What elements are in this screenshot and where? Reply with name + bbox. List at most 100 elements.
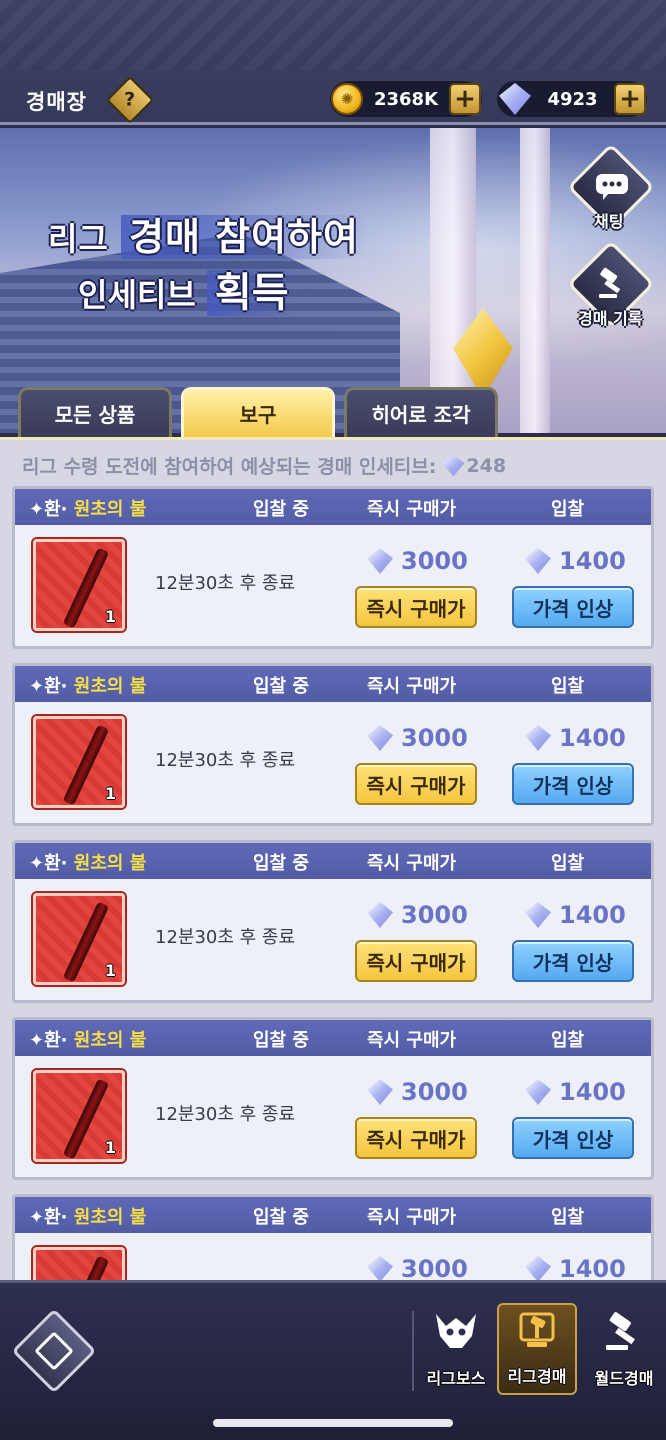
- auction-card[interactable]: ✦환· 원초의 불입찰 중즉시 구매가입찰112분30초 후 종료3000140…: [12, 1017, 654, 1180]
- nav-divider: [412, 1311, 414, 1391]
- gem-currency: 4923 +: [497, 81, 647, 117]
- item-thumbnail[interactable]: 1: [33, 716, 125, 808]
- bid-column-header: 입찰: [551, 1030, 585, 1051]
- demon-skull-icon: [432, 1312, 480, 1359]
- bid-column-header: 입찰: [551, 1207, 585, 1228]
- diamond-icon: [525, 902, 551, 928]
- gavel-icon: [590, 262, 634, 306]
- buyout-price-value: 3000: [401, 1078, 468, 1106]
- buyout-price-value: 3000: [401, 901, 468, 929]
- bid-price-value: 1400: [559, 1078, 626, 1106]
- time-remaining: 12분30초 후 종료: [155, 927, 296, 948]
- card-header: ✦환· 원초의 불 입찰 중 즉시 구매가 입찰: [15, 1197, 651, 1233]
- nav-league-boss[interactable]: 리그보스: [416, 1303, 496, 1395]
- buyout-column-header: 즉시 구매가: [367, 1030, 457, 1051]
- page-title: 경매장: [26, 90, 87, 114]
- bid-price-value: 1400: [559, 547, 626, 575]
- auction-card[interactable]: ✦환· 원초의 불입찰 중즉시 구매가입찰112분30초 후 종료3000140…: [12, 486, 654, 649]
- nav-world-auction[interactable]: 월드경매: [584, 1303, 664, 1395]
- buy-now-button[interactable]: 즉시 구매가: [355, 763, 477, 805]
- auction-card[interactable]: ✦환· 원초의 불입찰 중즉시 구매가입찰112분30초 후 종료3000140…: [12, 663, 654, 826]
- tab-all-items[interactable]: 모든 상품: [18, 387, 172, 437]
- sword-icon: [62, 901, 110, 983]
- add-gold-button[interactable]: +: [449, 83, 481, 115]
- nav-label: 월드경매: [594, 1369, 654, 1388]
- diamond-icon: [525, 1079, 551, 1105]
- raise-bid-button[interactable]: 가격 인상: [512, 586, 634, 628]
- gem-amount: 4923: [547, 88, 598, 110]
- gold-amount: 2368K: [373, 88, 439, 110]
- diamond-icon: [367, 725, 393, 751]
- nav-label: 리그보스: [426, 1369, 486, 1388]
- item-name: ✦환· 원초의 불: [29, 676, 147, 697]
- diamond-icon: [367, 1079, 393, 1105]
- card-header: ✦환· 원초의 불 입찰 중 즉시 구매가 입찰: [15, 1020, 651, 1056]
- add-gem-button[interactable]: +: [614, 83, 646, 115]
- diamond-icon: [442, 454, 465, 477]
- bid-price: 1400: [525, 1255, 626, 1280]
- tab-treasure[interactable]: 보구: [181, 387, 335, 437]
- item-count: 1: [104, 961, 116, 980]
- auction-list-panel[interactable]: 리그 수령 도전에 참여하여 예상되는 경매 인세티브: 248 ✦환· 원초의…: [0, 437, 666, 1280]
- buyout-price: 3000: [367, 1255, 468, 1280]
- top-bar: 경매장 ? ✺ 2368K + 4923 +: [0, 0, 666, 125]
- bid-price-value: 1400: [559, 1255, 626, 1280]
- buy-now-button[interactable]: 즉시 구매가: [355, 940, 477, 982]
- sword-icon: [62, 547, 110, 629]
- auction-hammer-icon: [515, 1310, 559, 1357]
- buy-now-button[interactable]: 즉시 구매가: [355, 1117, 477, 1159]
- auction-history-label: 경매 기록: [578, 309, 643, 328]
- diamond-icon: [367, 1256, 393, 1280]
- bid-price: 1400: [525, 547, 626, 575]
- banner-headline-1: 리그 경매 참여하여: [48, 206, 368, 261]
- item-thumbnail[interactable]: 1: [33, 893, 125, 985]
- bid-price: 1400: [525, 1078, 626, 1106]
- raise-bid-button[interactable]: 가격 인상: [512, 1117, 634, 1159]
- buyout-column-header: 즉시 구매가: [367, 853, 457, 874]
- incentive-notice: 리그 수령 도전에 참여하여 예상되는 경매 인세티브: 248: [22, 452, 506, 479]
- gold-currency: ✺ 2368K +: [330, 81, 482, 117]
- item-count: 1: [104, 607, 116, 626]
- buyout-column-header: 즉시 구매가: [367, 676, 457, 697]
- diamond-icon: [525, 548, 551, 574]
- banner-headline-2: 인세티브 획득: [78, 260, 297, 318]
- auction-card[interactable]: ✦환· 원초의 불입찰 중즉시 구매가입찰 1 12분30초 후 종료 3000 140…: [12, 840, 654, 1003]
- item-thumbnail[interactable]: 1: [33, 1247, 125, 1280]
- card-header: ✦환· 원초의 불 입찰 중 즉시 구매가 입찰: [15, 843, 651, 879]
- buyout-column-header: 즉시 구매가: [367, 1207, 457, 1228]
- nav-label: 리그경매: [507, 1367, 567, 1386]
- buyout-price: 3000: [367, 901, 468, 929]
- time-remaining: 12분30초 후 종료: [155, 750, 296, 771]
- gavel-icon: [602, 1312, 646, 1359]
- item-name: ✦환· 원초의 불: [29, 1207, 147, 1228]
- card-header: ✦환· 원초의 불 입찰 중 즉시 구매가 입찰: [15, 489, 651, 525]
- chat-bubble-icon: [590, 165, 634, 209]
- buy-now-button[interactable]: 즉시 구매가: [355, 586, 477, 628]
- raise-bid-button[interactable]: 가격 인상: [512, 763, 634, 805]
- buyout-column-header: 즉시 구매가: [367, 499, 457, 520]
- diamond-icon: [525, 725, 551, 751]
- auction-card[interactable]: ✦환· 원초의 불입찰 중즉시 구매가입찰112분30초 후 종료3000140…: [12, 1194, 654, 1280]
- home-indicator[interactable]: [213, 1419, 453, 1427]
- status-column-header: 입찰 중: [253, 499, 309, 520]
- status-column-header: 입찰 중: [253, 1030, 309, 1051]
- diamond-icon: [367, 902, 393, 928]
- item-count: 1: [104, 784, 116, 803]
- diamond-icon: [499, 83, 531, 115]
- bid-price-value: 1400: [559, 901, 626, 929]
- help-button[interactable]: ?: [105, 75, 155, 125]
- item-thumbnail[interactable]: 1: [33, 1070, 125, 1162]
- tab-hero-fragments[interactable]: 히어로 조각: [344, 387, 498, 437]
- raise-bid-button[interactable]: 가격 인상: [512, 940, 634, 982]
- item-name: ✦환· 원초의 불: [29, 853, 147, 874]
- item-thumbnail[interactable]: 1: [33, 539, 125, 631]
- chat-label: 채팅: [594, 212, 624, 231]
- sword-icon: [62, 1078, 110, 1160]
- sword-icon: [62, 1255, 110, 1280]
- nav-league-auction[interactable]: 리그경매: [497, 1303, 577, 1395]
- bid-price: 1400: [525, 901, 626, 929]
- bottom-nav-bar: 리그보스 리그경매 월드경매: [0, 1280, 666, 1440]
- buyout-price: 3000: [367, 724, 468, 752]
- buyout-price: 3000: [367, 1078, 468, 1106]
- incentive-amount: 248: [466, 454, 507, 477]
